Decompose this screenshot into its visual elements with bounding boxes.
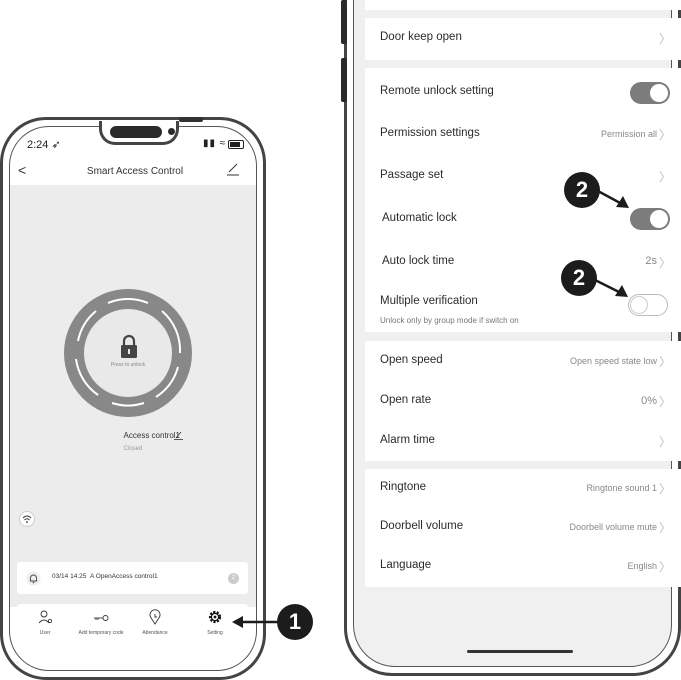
- tab-attendance[interactable]: Attendance: [132, 605, 178, 643]
- tab-add-temporary-code[interactable]: Add temporary code: [78, 605, 124, 643]
- settings-row-cutoff: [365, 0, 681, 10]
- row-label: Auto lock time: [382, 255, 455, 267]
- chevron-right-icon: 〉: [658, 395, 671, 409]
- location-icon: [149, 609, 161, 625]
- back-button[interactable]: <: [18, 162, 26, 178]
- row-value: Ringtone sound 1: [586, 483, 657, 493]
- row-value: Open speed state low: [569, 356, 657, 366]
- lock-icon: [121, 334, 137, 358]
- chevron-right-icon: 〉: [658, 256, 671, 270]
- row-open-rate[interactable]: Open rate 0% 〉: [365, 381, 681, 421]
- callout-badge-1: 1: [277, 604, 313, 640]
- notification-text: 03/14 14:25 A OpenAccess control1: [52, 573, 158, 580]
- notification-count-badge: 2: [228, 573, 239, 584]
- callout-badge-2b: 2: [561, 260, 597, 296]
- device-name: Access control1: [123, 431, 180, 440]
- row-auto-lock-time[interactable]: Auto lock time 2s 〉: [365, 241, 681, 281]
- row-label: Alarm time: [380, 434, 435, 446]
- row-value: 2s: [645, 255, 657, 267]
- home-indicator: [467, 650, 573, 653]
- row-value: English: [627, 561, 657, 571]
- row-subtitle: Unlock only by group mode if switch on: [380, 316, 519, 325]
- row-value: 0%: [641, 395, 657, 407]
- row-label: Open rate: [380, 394, 432, 406]
- key-icon: [94, 615, 109, 621]
- phone-volume-button: [341, 0, 347, 44]
- chevron-right-icon: 〉: [658, 521, 671, 535]
- row-alarm-time[interactable]: Alarm time 〉: [365, 421, 681, 461]
- row-label: Open speed: [380, 354, 443, 366]
- callout-arrow-1: [232, 616, 280, 628]
- chevron-right-icon: 〉: [658, 560, 671, 574]
- tab-add-temporary-code-label: Add temporary code: [78, 630, 124, 636]
- tab-user[interactable]: User: [22, 605, 68, 643]
- chevron-right-icon: 〉: [658, 32, 671, 46]
- chevron-right-icon: 〉: [658, 435, 671, 449]
- multiple-verification-toggle[interactable]: [628, 294, 668, 316]
- callout-arrow-2a: [596, 188, 629, 208]
- phone-side-button: [179, 117, 203, 122]
- edit-icon[interactable]: [226, 162, 240, 176]
- device-status: Closed: [123, 446, 143, 452]
- chevron-right-icon: 〉: [658, 355, 671, 369]
- user-icon: [38, 610, 52, 624]
- tab-user-label: User: [39, 630, 51, 636]
- chevron-right-icon: 〉: [658, 128, 671, 142]
- row-label: Remote unlock setting: [380, 85, 494, 97]
- row-door-keep-open[interactable]: Door keep open 〉: [365, 18, 681, 60]
- rename-icon[interactable]: [174, 431, 183, 440]
- row-value: Permission all: [600, 129, 657, 139]
- chevron-right-icon: 〉: [658, 482, 671, 496]
- row-passage-set[interactable]: Passage set 〉: [365, 155, 681, 195]
- row-label: Passage set: [380, 169, 444, 181]
- wifi-icon[interactable]: [19, 511, 35, 527]
- front-camera: [168, 128, 175, 135]
- row-label: Doorbell volume: [380, 520, 464, 532]
- status-time: 2:24 ➶: [27, 139, 61, 151]
- page-title: Smart Access Control: [86, 166, 184, 177]
- row-open-speed[interactable]: Open speed Open speed state low 〉: [365, 341, 681, 381]
- tab-attendance-label: Attendance: [142, 630, 168, 636]
- callout-arrow-2b: [593, 277, 628, 297]
- automatic-lock-toggle[interactable]: [630, 208, 670, 230]
- row-doorbell-volume[interactable]: Doorbell volume Doorbell volume mute 〉: [365, 508, 681, 547]
- battery-icon: [228, 140, 244, 149]
- press-to-unlock-text: Press to unlock: [110, 362, 146, 368]
- callout-badge-2a: 2: [564, 172, 600, 208]
- row-label: Multiple verification: [380, 295, 478, 307]
- gear-icon: [208, 610, 222, 624]
- row-label: Permission settings: [380, 127, 480, 139]
- speaker-grille: [110, 126, 162, 138]
- row-label: Language: [380, 559, 432, 571]
- bell-icon: [26, 571, 41, 586]
- signal-wifi-icon: ▮▮ ≈: [203, 138, 227, 149]
- phone-volume-button: [341, 58, 347, 102]
- row-label: Ringtone: [380, 481, 427, 493]
- row-ringtone[interactable]: Ringtone Ringtone sound 1 〉: [365, 469, 681, 508]
- row-value: Doorbell volume mute: [569, 522, 657, 532]
- remote-unlock-toggle[interactable]: [630, 82, 670, 104]
- row-label: Automatic lock: [382, 212, 457, 224]
- row-language[interactable]: Language English 〉: [365, 547, 681, 586]
- row-permission-settings[interactable]: Permission settings Permission all 〉: [365, 113, 681, 153]
- row-label: Door keep open: [380, 31, 462, 43]
- chevron-right-icon: 〉: [658, 170, 671, 184]
